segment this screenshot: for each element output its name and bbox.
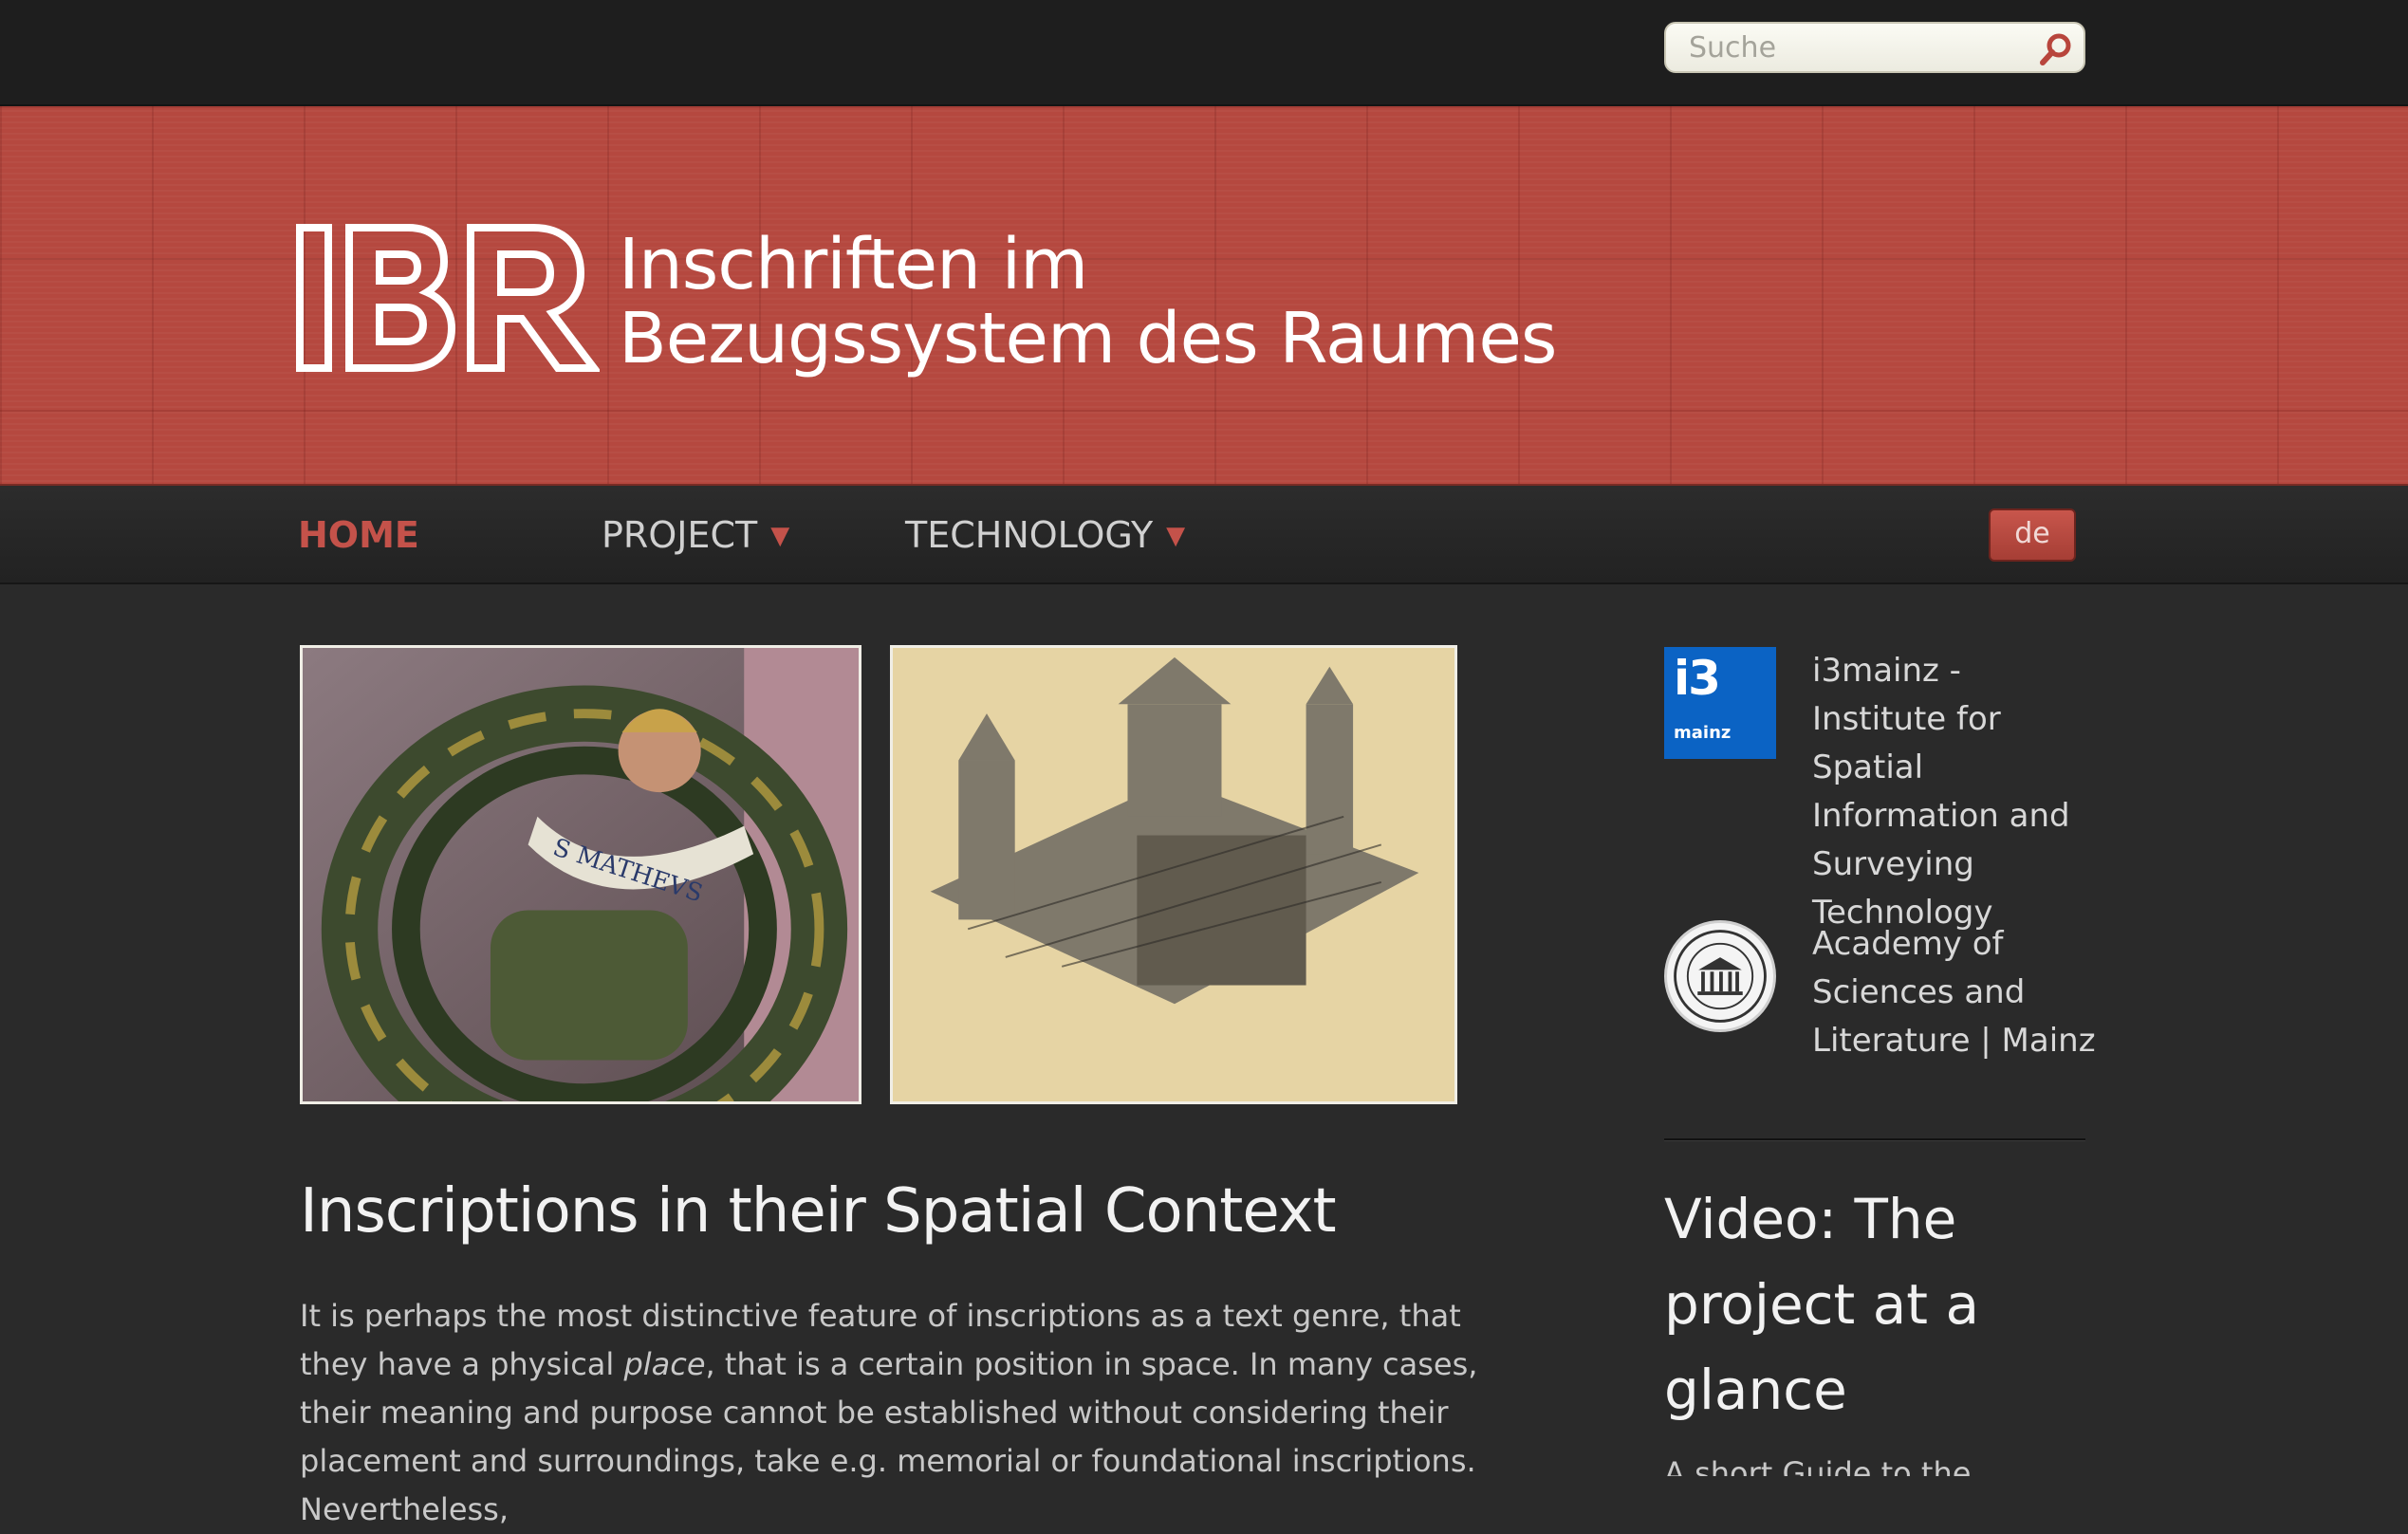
top-bar bbox=[0, 0, 2408, 106]
i3mainz-logo[interactable]: i3 mainz bbox=[1664, 647, 1776, 759]
i3mainz-logo-big: i3 bbox=[1674, 651, 1721, 706]
partner-i3mainz[interactable]: i3 mainz i3mainz - Institute for Spatial… bbox=[1664, 647, 2085, 932]
search-icon[interactable] bbox=[2038, 31, 2074, 67]
video-title[interactable]: Video: The project at a glance bbox=[1664, 1176, 2085, 1432]
site-title-line2: Bezugssystem des Raumes bbox=[619, 298, 1557, 379]
main-navigation: HOME PROJECT ▼ TECHNOLOGY ▼ de bbox=[0, 486, 2408, 584]
i3mainz-logo-small: mainz bbox=[1674, 723, 1732, 743]
partner-name[interactable]: Academy of Sciences and Literature | Mai… bbox=[1812, 920, 2097, 1065]
dropdown-arrow-icon: ▼ bbox=[770, 522, 790, 550]
intro-emphasis: place bbox=[623, 1346, 706, 1382]
header-banner: Inschriften im Bezugssystem des Raumes bbox=[0, 106, 2408, 486]
site-title: Inschriften im Bezugssystem des Raumes bbox=[619, 228, 1662, 376]
ibr-logo[interactable] bbox=[296, 224, 602, 372]
academy-seal-logo[interactable] bbox=[1664, 920, 1776, 1032]
partner-academy[interactable]: Academy of Sciences and Literature | Mai… bbox=[1664, 920, 2096, 1081]
church-3d-model-image[interactable] bbox=[890, 645, 1457, 1104]
nav-technology-label: TECHNOLOGY bbox=[905, 514, 1154, 556]
nav-home[interactable]: HOME bbox=[298, 514, 419, 560]
nav-home-label: HOME bbox=[298, 514, 419, 556]
sidebar-divider bbox=[1664, 1138, 2085, 1141]
partner-name[interactable]: i3mainz - Institute for Spatial Informat… bbox=[1812, 647, 2097, 937]
dropdown-arrow-icon: ▼ bbox=[1166, 522, 1186, 550]
inscription-sculpture-image[interactable]: S MATHEVS bbox=[300, 645, 861, 1104]
search-box bbox=[1664, 22, 2085, 73]
search-input[interactable] bbox=[1666, 24, 2027, 71]
nav-project[interactable]: PROJECT ▼ bbox=[602, 514, 789, 560]
nav-project-label: PROJECT bbox=[602, 514, 758, 556]
video-subtitle: A short Guide to the bbox=[1664, 1455, 1972, 1476]
site-title-line1: Inschriften im bbox=[619, 224, 1088, 305]
nav-technology[interactable]: TECHNOLOGY ▼ bbox=[905, 514, 1185, 560]
intro-paragraph: It is perhaps the most distinctive featu… bbox=[300, 1292, 1495, 1534]
language-switch-button[interactable]: de bbox=[1989, 508, 2076, 562]
page-headline: Inscriptions in their Spatial Context bbox=[300, 1176, 1337, 1247]
